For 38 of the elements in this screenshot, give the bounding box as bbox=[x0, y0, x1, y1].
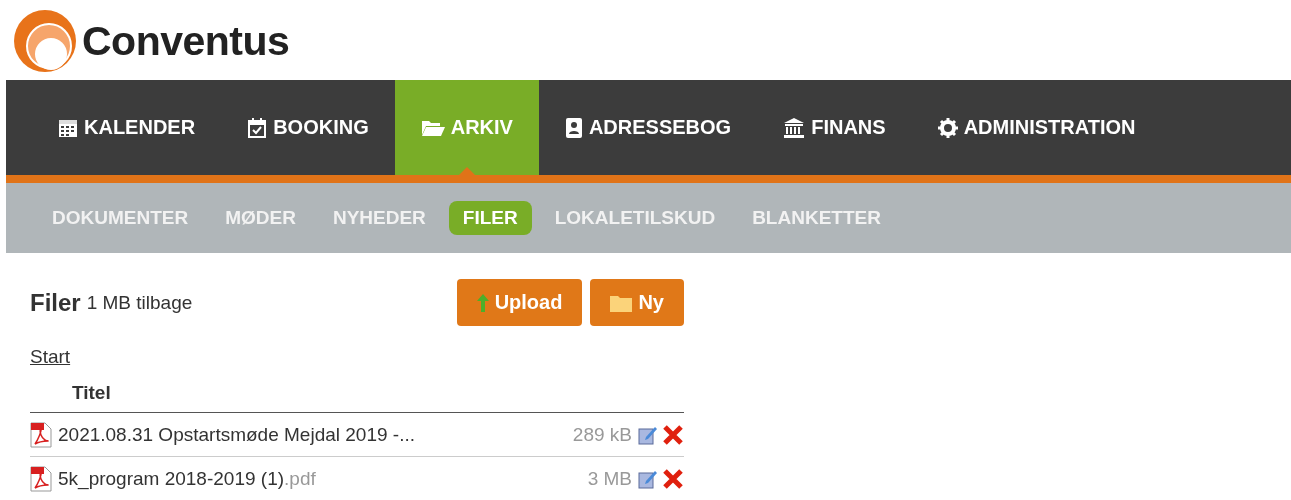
address-book-icon bbox=[564, 117, 583, 138]
calendar-check-icon bbox=[247, 117, 268, 138]
edit-icon[interactable] bbox=[638, 468, 658, 489]
new-folder-button[interactable]: Ny bbox=[590, 279, 684, 326]
subnav-tab[interactable]: NYHEDER bbox=[318, 201, 440, 235]
nav-tab[interactable]: BOOKING bbox=[221, 80, 395, 175]
subnav-tab[interactable]: FILER bbox=[448, 201, 532, 235]
upload-button[interactable]: Upload bbox=[456, 279, 583, 326]
delete-icon[interactable] bbox=[662, 467, 684, 490]
nav-tab[interactable]: ADRESSEBOG bbox=[538, 80, 758, 175]
folder-icon bbox=[610, 293, 633, 312]
nav-tab[interactable]: FINANS bbox=[757, 80, 912, 175]
calendar-icon bbox=[58, 117, 78, 138]
pointer-notch bbox=[458, 167, 475, 175]
pdf-file-icon bbox=[30, 421, 52, 448]
logo-icon bbox=[14, 10, 76, 72]
edit-icon[interactable] bbox=[638, 424, 658, 445]
logo-text: Conventus bbox=[82, 17, 290, 65]
subnav-tab[interactable]: DOKUMENTER bbox=[38, 201, 203, 235]
column-header: Titel bbox=[30, 368, 684, 413]
nav-tab[interactable]: ARKIV bbox=[394, 80, 539, 175]
subnav-tab[interactable]: MØDER bbox=[211, 201, 310, 235]
file-name-link[interactable]: 2021.08.31 Opstartsmøde Mejdal 2019 -... bbox=[58, 423, 573, 446]
file-size: 289 kB bbox=[572, 423, 632, 446]
delete-icon[interactable] bbox=[662, 423, 684, 446]
breadcrumb-link[interactable]: Start bbox=[30, 346, 71, 368]
page-title: Filer bbox=[30, 288, 81, 317]
nav-tab[interactable]: KALENDER bbox=[32, 80, 222, 175]
file-name-link[interactable]: 5k_program 2018-2019 (1).pdf bbox=[58, 467, 588, 490]
settings-icon bbox=[937, 117, 958, 138]
nav-tab[interactable]: ADMINISTRATION bbox=[911, 80, 1162, 175]
bank-icon bbox=[783, 117, 806, 138]
subnav-tab[interactable]: LOKALETILSKUD bbox=[540, 201, 730, 235]
file-size: 3 MB bbox=[587, 467, 632, 490]
quota-text: 1 MB tilbage bbox=[86, 291, 194, 314]
subnav-tab[interactable]: BLANKETTER bbox=[738, 201, 895, 235]
pdf-file-icon bbox=[30, 465, 52, 492]
arrow-up-icon bbox=[476, 293, 489, 312]
